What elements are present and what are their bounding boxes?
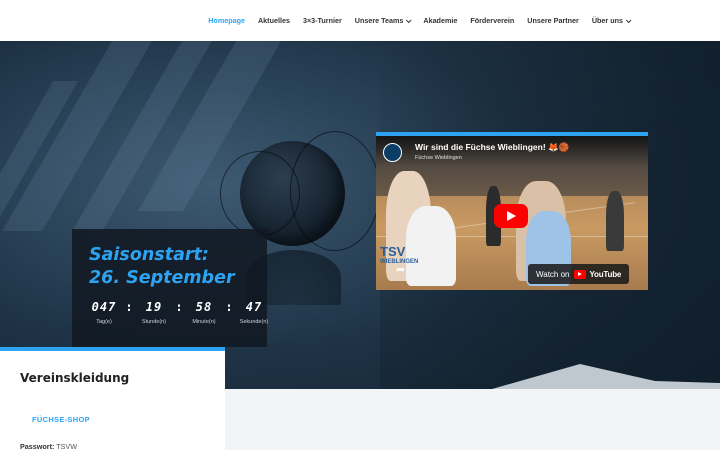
nav-ueber-uns[interactable]: Über uns — [592, 16, 632, 25]
share-icon[interactable]: ➦ — [396, 263, 405, 276]
watch-on-youtube-button[interactable]: Watch on YouTube — [528, 264, 630, 284]
video-title[interactable]: Wir sind die Füchse Wieblingen! 🦊🏀 — [415, 142, 569, 153]
countdown-panel: Saisonstart: 26. September 047 Tag(e) : … — [72, 229, 268, 347]
play-button[interactable] — [494, 204, 528, 228]
shop-link[interactable]: FÜCHSE-SHOP — [32, 415, 90, 424]
nav-foerderverein[interactable]: Förderverein — [470, 16, 514, 25]
content-band — [225, 389, 720, 450]
youtube-logo-icon — [573, 269, 586, 279]
nav-akademie[interactable]: Akademie — [423, 16, 457, 25]
chevron-down-icon — [406, 16, 412, 23]
password-info: Passwort: TSVW — [20, 442, 77, 450]
main-nav: Homepage Aktuelles 3×3-Turnier Unsere Te… — [195, 0, 632, 41]
countdown-separator: : — [175, 300, 183, 314]
nav-unsere-teams[interactable]: Unsere Teams — [355, 16, 412, 25]
countdown-minutes: 58 Minute(n) — [192, 300, 216, 325]
countdown-days: 047 Tag(e) — [91, 300, 117, 325]
card-title: Vereinskleidung — [20, 371, 130, 385]
site-header: Homepage Aktuelles 3×3-Turnier Unsere Te… — [0, 0, 720, 41]
youtube-video-embed[interactable]: TSV WIEBLINGEN Wir sind die Füchse Wiebl… — [376, 132, 648, 290]
hero-section: Saisonstart: 26. September 047 Tag(e) : … — [0, 41, 720, 450]
nav-homepage[interactable]: Homepage — [208, 16, 245, 25]
video-person — [606, 191, 624, 251]
video-header: Wir sind die Füchse Wieblingen! 🦊🏀 Füchs… — [376, 136, 648, 166]
countdown-timer: 047 Tag(e) : 19 Stunde(n) : 58 Minute(n)… — [84, 300, 274, 325]
countdown-separator: : — [125, 300, 133, 314]
countdown-separator: : — [225, 300, 233, 314]
nav-unsere-partner[interactable]: Unsere Partner — [527, 16, 579, 25]
nav-aktuelles[interactable]: Aktuelles — [258, 16, 290, 25]
countdown-hours: 19 Stunde(n) — [141, 300, 167, 325]
vereinskleidung-card: Vereinskleidung FÜCHSE-SHOP Passwort: TS… — [0, 347, 225, 450]
chevron-down-icon — [625, 16, 632, 23]
countdown-seconds: 47 Sekunde(n) — [239, 300, 269, 325]
countdown-title: Saisonstart: 26. September — [89, 245, 235, 288]
channel-avatar[interactable] — [383, 143, 402, 162]
video-channel[interactable]: Füchse Wieblingen — [415, 155, 462, 161]
nav-3x3-turnier[interactable]: 3×3-Turnier — [303, 16, 342, 25]
